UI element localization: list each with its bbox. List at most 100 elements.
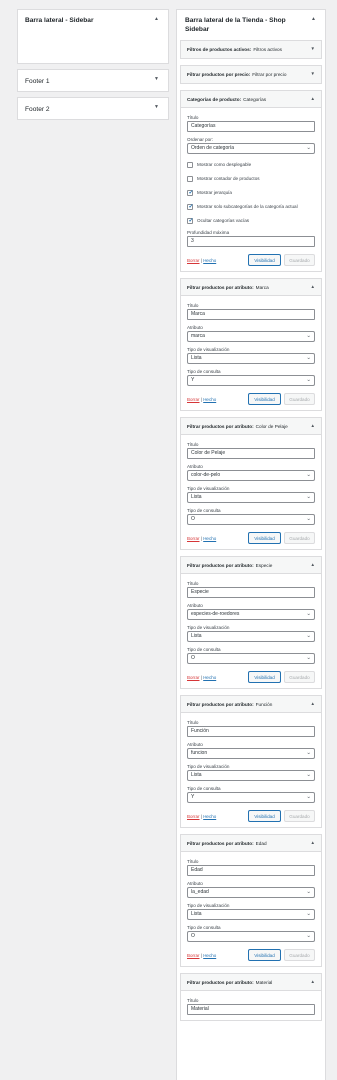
chevron-down-icon: ⌄ <box>306 516 311 522</box>
display-type-select[interactable]: Lista ⌄ <box>187 770 315 781</box>
widget-actions: Borrar | Hecho Visibilidad Guardado <box>187 810 315 822</box>
collapse-arrow-icon[interactable]: ▲ <box>311 701 315 706</box>
widget-header[interactable]: Filtrar productos por atributo: Función … <box>181 696 321 713</box>
sidebar-area-barra-lateral[interactable]: Barra lateral - Sidebar ▲ <box>17 9 169 64</box>
saved-button[interactable]: Guardado <box>284 949 315 961</box>
query-type-select[interactable]: O ⌄ <box>187 653 315 664</box>
chevron-down-icon: ⌄ <box>306 933 311 939</box>
collapse-arrow-icon[interactable]: ▲ <box>311 16 316 22</box>
widget-header[interactable]: Filtrar productos por atributo: Especie … <box>181 557 321 574</box>
checkbox[interactable] <box>187 161 193 168</box>
visibility-button[interactable]: Visibilidad <box>248 949 281 961</box>
visibility-button[interactable]: Visibilidad <box>248 393 281 405</box>
done-link[interactable]: Hecho <box>203 397 216 402</box>
widget-active-filters[interactable]: Filtros de productos activos: Filtros ac… <box>180 40 322 59</box>
title-input[interactable]: Marca <box>187 309 315 320</box>
delete-link[interactable]: Borrar <box>187 953 200 958</box>
attribute-select[interactable]: marca ⌄ <box>187 331 315 342</box>
delete-link[interactable]: Borrar <box>187 814 200 819</box>
done-link[interactable]: Hecho <box>203 258 216 263</box>
collapse-arrow-icon[interactable]: ▲ <box>311 979 315 984</box>
title-input[interactable]: Color de Pelaje <box>187 448 315 459</box>
title-input[interactable]: Categorías <box>187 121 315 132</box>
title-input[interactable]: Función <box>187 726 315 737</box>
widget-header[interactable]: Filtrar productos por atributo: Material… <box>181 974 321 991</box>
widget-header[interactable]: Filtrar productos por atributo: Marca ▲ <box>181 279 321 296</box>
saved-button[interactable]: Guardado <box>284 254 315 266</box>
done-link[interactable]: Hecho <box>203 953 216 958</box>
delete-link[interactable]: Borrar <box>187 675 200 680</box>
title-input[interactable]: Edad <box>187 865 315 876</box>
visibility-button[interactable]: Visibilidad <box>248 810 281 822</box>
sidebar-area-footer-2[interactable]: Footer 2 ▼ <box>17 97 169 120</box>
expand-arrow-icon[interactable]: ▼ <box>154 76 159 82</box>
checkbox[interactable] <box>187 175 193 182</box>
visibility-button[interactable]: Visibilidad <box>248 671 281 683</box>
display-type-select[interactable]: Lista ⌄ <box>187 631 315 642</box>
widget-attribute-filter: Filtrar productos por atributo: Marca ▲ … <box>180 278 322 411</box>
collapse-arrow-icon[interactable]: ▲ <box>311 840 315 845</box>
attribute-select[interactable]: funcion ⌄ <box>187 748 315 759</box>
inactive-sidebars-column: Barra lateral - Sidebar ▲ Footer 1 ▼ Foo… <box>17 9 169 125</box>
collapse-arrow-icon[interactable]: ▲ <box>311 96 315 101</box>
display-type-select[interactable]: Lista ⌄ <box>187 353 315 364</box>
title-input[interactable]: Material <box>187 1004 315 1015</box>
title-input[interactable]: Especie <box>187 587 315 598</box>
query-type-select[interactable]: O ⌄ <box>187 931 315 942</box>
query-type-select[interactable]: O ⌄ <box>187 514 315 525</box>
visibility-button[interactable]: Visibilidad <box>248 532 281 544</box>
attribute-select[interactable]: la_edad ⌄ <box>187 887 315 898</box>
expand-arrow-icon[interactable]: ▼ <box>311 46 315 51</box>
query-type-value: O <box>191 655 195 661</box>
option-show-count[interactable]: Mostrar contador de productos <box>187 175 315 182</box>
delete-link[interactable]: Borrar <box>187 258 200 263</box>
widget-header[interactable]: Filtros de productos activos: Filtros ac… <box>181 41 321 58</box>
collapse-arrow-icon[interactable]: ▲ <box>311 562 315 567</box>
query-type-select[interactable]: Y ⌄ <box>187 375 315 386</box>
widget-header[interactable]: Filtrar productos por atributo: Color de… <box>181 418 321 435</box>
checkbox[interactable] <box>187 189 194 196</box>
collapse-arrow-icon[interactable]: ▲ <box>311 284 315 289</box>
expand-arrow-icon[interactable]: ▼ <box>154 104 159 110</box>
saved-button[interactable]: Guardado <box>284 810 315 822</box>
visibility-button[interactable]: Visibilidad <box>248 254 281 266</box>
option-hierarchy[interactable]: Mostrar jerarquía <box>187 189 315 196</box>
saved-button[interactable]: Guardado <box>284 532 315 544</box>
option-label: Mostrar como desplegable <box>197 162 252 167</box>
option-dropdown[interactable]: Mostrar como desplegable <box>187 161 315 168</box>
delete-link[interactable]: Borrar <box>187 397 200 402</box>
delete-link[interactable]: Borrar <box>187 536 200 541</box>
saved-button[interactable]: Guardado <box>284 671 315 683</box>
collapse-arrow-icon[interactable]: ▲ <box>311 423 315 428</box>
widget-name: Marca <box>255 284 269 290</box>
widget-header[interactable]: Categorías de producto: Categorías ▲ <box>181 91 321 108</box>
depth-input[interactable]: 3 <box>187 236 315 247</box>
widget-header[interactable]: Filtrar productos por atributo: Edad ▲ <box>181 835 321 852</box>
saved-button[interactable]: Guardado <box>284 393 315 405</box>
display-type-select[interactable]: Lista ⌄ <box>187 492 315 503</box>
expand-arrow-icon[interactable]: ▼ <box>311 71 315 76</box>
sidebar-title: Barra lateral de la Tienda - Shop Sideba… <box>185 17 286 33</box>
display-type-select[interactable]: Lista ⌄ <box>187 909 315 920</box>
widget-header[interactable]: Filtrar productos por precio: Filtrar po… <box>181 66 321 83</box>
widget-type: Filtrar productos por atributo: <box>187 423 254 429</box>
widget-attribute-filter: Filtrar productos por atributo: Material… <box>180 973 322 1021</box>
attribute-select[interactable]: especies-de-roedores ⌄ <box>187 609 315 620</box>
widget-price-filter[interactable]: Filtrar productos por precio: Filtrar po… <box>180 65 322 84</box>
done-link[interactable]: Hecho <box>203 814 216 819</box>
checkbox[interactable] <box>187 217 194 224</box>
option-hide-empty[interactable]: Ocultar categorías vacías <box>187 217 315 224</box>
attribute-select[interactable]: color-de-pelo ⌄ <box>187 470 315 481</box>
done-link[interactable]: Hecho <box>203 536 216 541</box>
query-type-select[interactable]: Y ⌄ <box>187 792 315 803</box>
checkbox[interactable] <box>187 203 194 210</box>
sidebar-title: Footer 2 <box>25 106 50 113</box>
option-only-children[interactable]: Mostrar solo subcategorías de la categor… <box>187 203 315 210</box>
done-link[interactable]: Hecho <box>203 675 216 680</box>
sidebar-area-footer-1[interactable]: Footer 1 ▼ <box>17 69 169 92</box>
collapse-arrow-icon[interactable]: ▲ <box>154 16 159 22</box>
chevron-down-icon: ⌄ <box>306 355 311 361</box>
widget-name: Especie <box>255 562 273 568</box>
chevron-down-icon: ⌄ <box>306 655 311 661</box>
order-select[interactable]: Orden de categoría ⌄ <box>187 143 315 154</box>
